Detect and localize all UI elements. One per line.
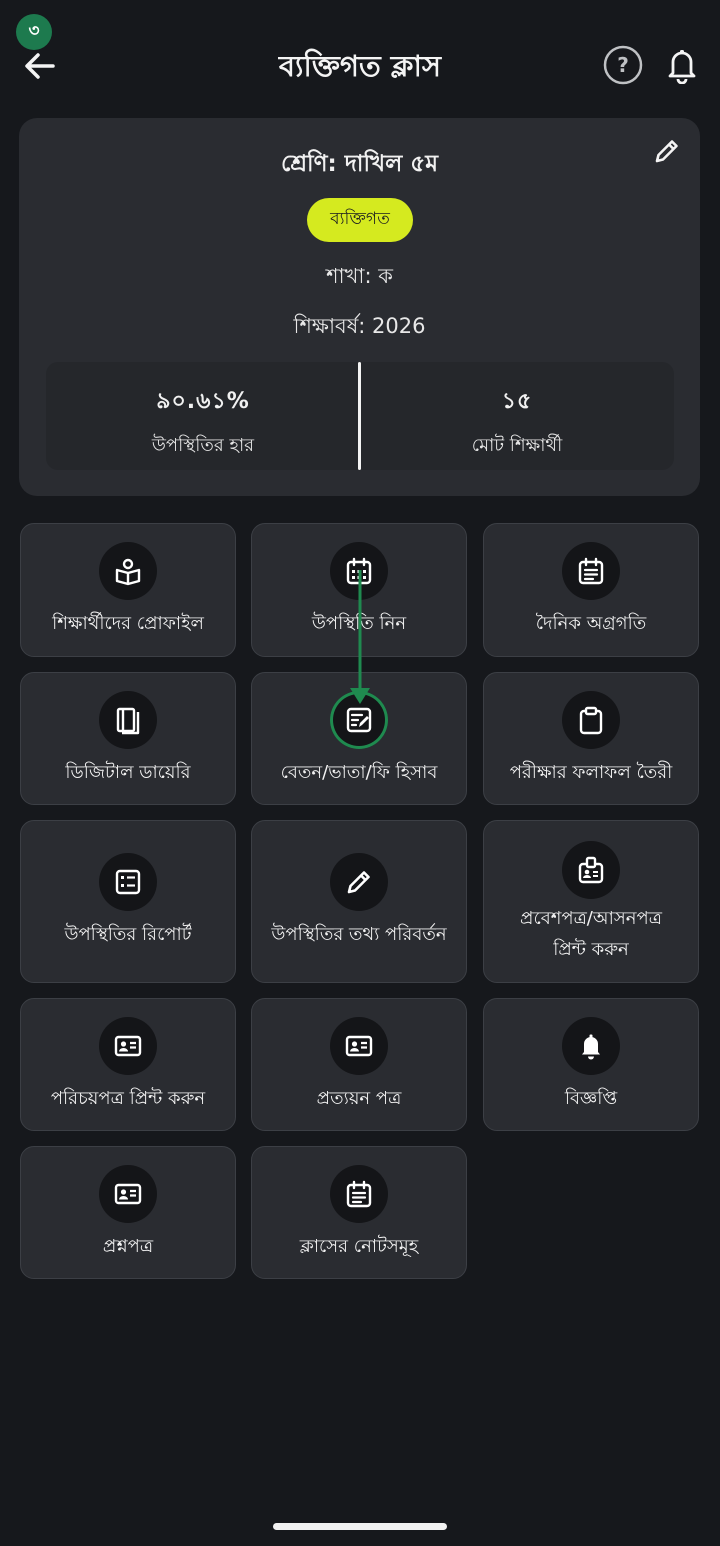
menu-label: বিজ্ঞপ্তি bbox=[564, 1088, 618, 1109]
menu-label: ডিজিটাল ডায়েরি bbox=[65, 762, 191, 783]
calendar-list-icon bbox=[562, 542, 620, 600]
menu-attendance-report[interactable]: উপস্থিতির রিপোর্ট bbox=[20, 820, 236, 983]
menu-label: পরিচয়পত্র প্রিন্ট করুন bbox=[50, 1088, 206, 1109]
student-profile-icon bbox=[99, 542, 157, 600]
menu-label: শিক্ষার্থীদের প্রোফাইল bbox=[52, 613, 204, 634]
menu-class-notes[interactable]: ক্লাসের নোটসমূহ bbox=[251, 1146, 467, 1279]
id-card-icon bbox=[99, 1165, 157, 1223]
menu-daily-progress[interactable]: দৈনিক অগ্রগতি bbox=[483, 523, 699, 657]
menu-student-profiles[interactable]: শিক্ষার্থীদের প্রোফাইল bbox=[20, 523, 236, 657]
menu-label: প্রবেশপত্র/আসনপত্র প্রিন্ট করুন bbox=[488, 903, 694, 965]
attendance-rate-value: ৯০.৬১% bbox=[156, 389, 250, 414]
menu-id-card-print[interactable]: পরিচয়পত্র প্রিন্ট করুন bbox=[20, 998, 236, 1131]
menu-label: বেতন/ভাতা/ফি হিসাব bbox=[280, 762, 438, 783]
notes-calendar-icon bbox=[330, 1165, 388, 1223]
class-name: শ্রেণি: দাখিল ৫ম bbox=[280, 151, 439, 177]
total-students-label: মোট শিক্ষার্থী bbox=[471, 435, 563, 456]
menu-digital-diary[interactable]: ডিজিটাল ডায়েরি bbox=[20, 672, 236, 805]
class-type-pill: ব্যক্তিগত bbox=[307, 198, 413, 242]
menu-edit-attendance[interactable]: উপস্থিতির তথ্য পরিবর্তন bbox=[251, 820, 467, 983]
menu-label: প্রশ্নপত্র bbox=[102, 1236, 154, 1257]
menu-question-paper[interactable]: প্রশ্নপত্র bbox=[20, 1146, 236, 1279]
home-indicator[interactable] bbox=[273, 1523, 447, 1530]
class-stats: ৯০.৬১% উপস্থিতির হার ১৫ মোট শিক্ষার্থী bbox=[46, 362, 674, 470]
clipboard-icon bbox=[562, 691, 620, 749]
id-card-icon bbox=[330, 1017, 388, 1075]
help-button[interactable]: ? bbox=[602, 44, 644, 86]
menu-label: পরীক্ষার ফলাফল তৈরী bbox=[509, 762, 673, 783]
menu-label: প্রত্যয়ন পত্র bbox=[316, 1088, 402, 1109]
menu-label-line2: প্রিন্ট করুন bbox=[553, 939, 629, 960]
menu-admit-card-print[interactable]: প্রবেশপত্র/আসনপত্র প্রিন্ট করুন bbox=[483, 820, 699, 983]
menu-certificate[interactable]: প্রত্যয়ন পত্র bbox=[251, 998, 467, 1131]
attendance-rate-stat: ৯০.৬১% উপস্থিতির হার bbox=[46, 362, 360, 470]
class-info-card: শ্রেণি: দাখিল ৫ম ব্যক্তিগত শাখা: ক শিক্ষ… bbox=[19, 118, 700, 496]
menu-label: উপস্থিতির রিপোর্ট bbox=[64, 924, 192, 945]
pointer-arrow-icon bbox=[350, 570, 370, 704]
menu-label-line1: প্রবেশপত্র/আসনপত্র bbox=[520, 908, 662, 929]
id-badge-icon bbox=[562, 841, 620, 899]
diary-book-icon bbox=[99, 691, 157, 749]
attendance-rate-label: উপস্থিতির হার bbox=[151, 435, 255, 456]
list-report-icon bbox=[99, 853, 157, 911]
menu-label: দৈনিক অগ্রগতি bbox=[535, 613, 647, 634]
id-card-icon bbox=[99, 1017, 157, 1075]
section-label: শাখা: ক bbox=[326, 264, 393, 288]
svg-text:?: ? bbox=[617, 53, 629, 77]
notifications-button[interactable] bbox=[664, 46, 700, 85]
menu-label: ক্লাসের নোটসমূহ bbox=[299, 1236, 419, 1257]
help-icon: ? bbox=[603, 45, 643, 85]
menu-notices[interactable]: বিজ্ঞপ্তি bbox=[483, 998, 699, 1131]
pencil-icon bbox=[330, 853, 388, 911]
bell-icon bbox=[562, 1017, 620, 1075]
menu-label: উপস্থিতির তথ্য পরিবর্তন bbox=[271, 924, 447, 945]
academic-year-label: শিক্ষাবর্ষ: 2026 bbox=[293, 314, 426, 338]
bell-icon bbox=[668, 50, 696, 85]
total-students-value: ১৫ bbox=[501, 389, 533, 414]
total-students-stat: ১৫ মোট শিক্ষার্থী bbox=[360, 362, 674, 470]
menu-exam-results[interactable]: পরীক্ষার ফলাফল তৈরী bbox=[483, 672, 699, 805]
